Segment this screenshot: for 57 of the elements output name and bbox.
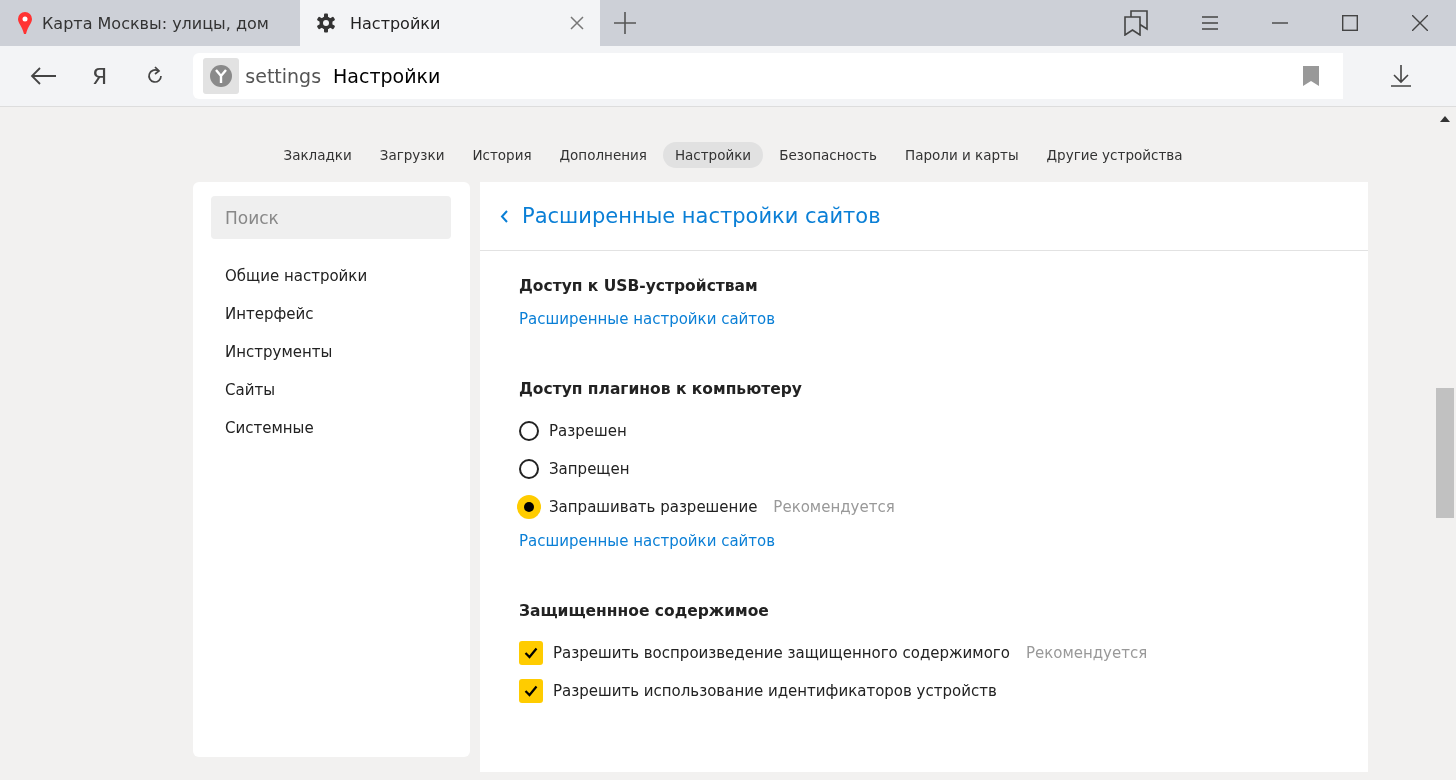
sidebar-item[interactable]: Сайты: [211, 371, 452, 409]
back-arrow-icon[interactable]: [30, 67, 56, 85]
download-icon[interactable]: [1391, 65, 1412, 87]
url-scheme: settings: [245, 65, 322, 87]
radio-button[interactable]: [519, 421, 539, 441]
option-label: Запрашивать разрешение: [549, 498, 758, 516]
settings-link[interactable]: Расширенные настройки сайтов: [519, 532, 776, 550]
sidebar-item[interactable]: Общие настройки: [211, 257, 452, 295]
tab-title: Настройки: [350, 13, 442, 33]
checkbox[interactable]: [519, 641, 543, 665]
scroll-up-icon[interactable]: [1440, 116, 1450, 122]
search-field[interactable]: Поиск: [211, 196, 451, 239]
browser-logo-icon: [203, 58, 240, 94]
tab-title: Карта Москвы: улицы, дом: [42, 13, 270, 33]
option-label: Разрешен: [549, 422, 627, 440]
option-label: Разрешить воспроизведение защищенного содержимого: [553, 644, 1010, 662]
sidebar-item[interactable]: Системные: [211, 409, 452, 447]
bookmarks-icon[interactable]: [1124, 10, 1148, 36]
recommended-hint: Рекомендуется: [1025, 644, 1148, 662]
map-pin-icon: [18, 12, 32, 34]
checkmark-icon: [524, 647, 538, 659]
browser-tab[interactable]: Настройки: [300, 0, 600, 46]
page-title: Настройки: [333, 65, 441, 87]
menu-icon[interactable]: [1202, 16, 1218, 30]
scrollbar-thumb[interactable]: [1436, 388, 1454, 518]
close-tab-icon[interactable]: [570, 16, 584, 30]
panel-title[interactable]: Расширенные настройки сайтов: [522, 204, 881, 228]
nav-tab[interactable]: Другие устройства: [1034, 142, 1195, 168]
close-icon[interactable]: [1412, 15, 1428, 31]
browser-tab[interactable]: Карта Москвы: улицы, дом: [0, 0, 300, 46]
nav-tab[interactable]: История: [460, 142, 544, 168]
nav-tab[interactable]: Дополнения: [547, 142, 659, 168]
settings-link[interactable]: Расширенные настройки сайтов: [519, 310, 776, 328]
back-chevron-icon[interactable]: [500, 209, 508, 223]
new-tab-icon[interactable]: [614, 12, 636, 34]
option-label: Запрещен: [549, 460, 630, 478]
section-title: Защищеннное содержимое: [519, 602, 770, 620]
nav-tab[interactable]: Безопасность: [767, 142, 889, 168]
yandex-button[interactable]: Я: [88, 63, 112, 89]
nav-tab[interactable]: Настройки: [662, 142, 764, 168]
section-title: Доступ к USB-устройствам: [519, 277, 759, 295]
sidebar-item[interactable]: Интерфейс: [211, 295, 452, 333]
nav-tab[interactable]: Загрузки: [367, 142, 457, 168]
address-bar[interactable]: settings Настройки: [193, 53, 1344, 99]
radio-button[interactable]: [517, 495, 541, 519]
gear-icon: [316, 13, 336, 33]
bookmark-icon[interactable]: [1303, 66, 1320, 86]
option-label: Разрешить использование идентификаторов устройств: [553, 682, 997, 700]
radio-button[interactable]: [519, 459, 539, 479]
checkmark-icon: [524, 685, 538, 697]
nav-tab[interactable]: Пароли и карты: [893, 142, 1031, 168]
recommended-hint: Рекомендуется: [773, 498, 895, 516]
section-title: Доступ плагинов к компьютеру: [519, 380, 803, 398]
maximize-icon[interactable]: [1342, 15, 1358, 31]
checkbox[interactable]: [519, 679, 543, 703]
sidebar-item[interactable]: Инструменты: [211, 333, 452, 371]
nav-tab[interactable]: Закладки: [271, 142, 364, 168]
